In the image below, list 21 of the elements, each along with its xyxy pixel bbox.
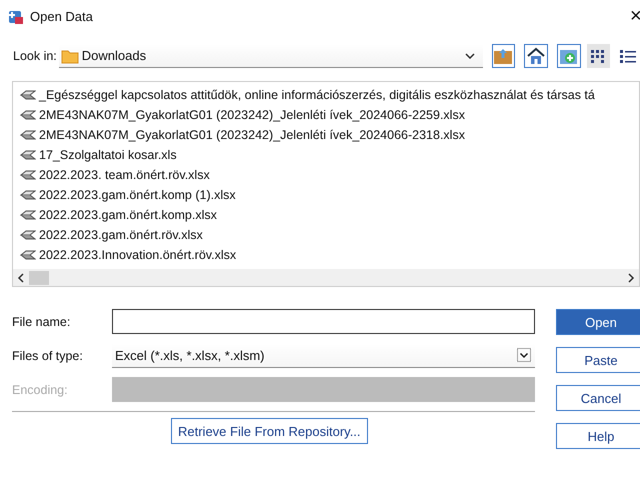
open-button[interactable]: Open — [556, 309, 640, 335]
window-title: Open Data — [30, 9, 93, 24]
file-item[interactable]: 17_Szolgaltatoi kosar.xls — [39, 148, 177, 162]
file-item[interactable]: _Egészséggel kapcsolatos attitűdök, online információszerzés, digitális eszközhasználat és társas tá — [39, 88, 595, 102]
retrieve-button[interactable]: Retrieve File From Repository... — [171, 418, 368, 444]
close-button[interactable]: × — [630, 5, 640, 28]
file-item[interactable]: 2022.2023.gam.önért.röv.xlsx — [39, 228, 203, 242]
file-item[interactable]: 2022.2023.Innovation.önért.röv.xlsx — [39, 248, 236, 262]
field-label: File name: — [12, 314, 72, 328]
file-item[interactable]: 2ME43NAK07M_GyakorlatG01 (2023242)_Jelenléti ívek_2024066-2259.xlsx — [39, 108, 465, 122]
help-button[interactable]: Help — [556, 423, 640, 449]
file-item[interactable]: 2022.2023. team.önért.röv.xlsx — [39, 168, 210, 182]
look-in-value: Downloads — [82, 48, 146, 63]
field-label: Encoding: — [12, 382, 69, 396]
file-item[interactable]: 2ME43NAK07M_GyakorlatG01 (2023242)_Jelenléti ívek_2024066-2318.xlsx — [39, 128, 465, 142]
cancel-button[interactable]: Cancel — [556, 385, 640, 411]
look-in-label: Look in: — [13, 49, 57, 63]
file-item[interactable]: 2022.2023.gam.önért.komp (1).xlsx — [39, 188, 236, 202]
field-label: Files of type: — [12, 348, 84, 362]
paste-button[interactable]: Paste — [556, 347, 640, 373]
file-item[interactable]: 2022.2023.gam.önért.komp.xlsx — [39, 208, 217, 222]
